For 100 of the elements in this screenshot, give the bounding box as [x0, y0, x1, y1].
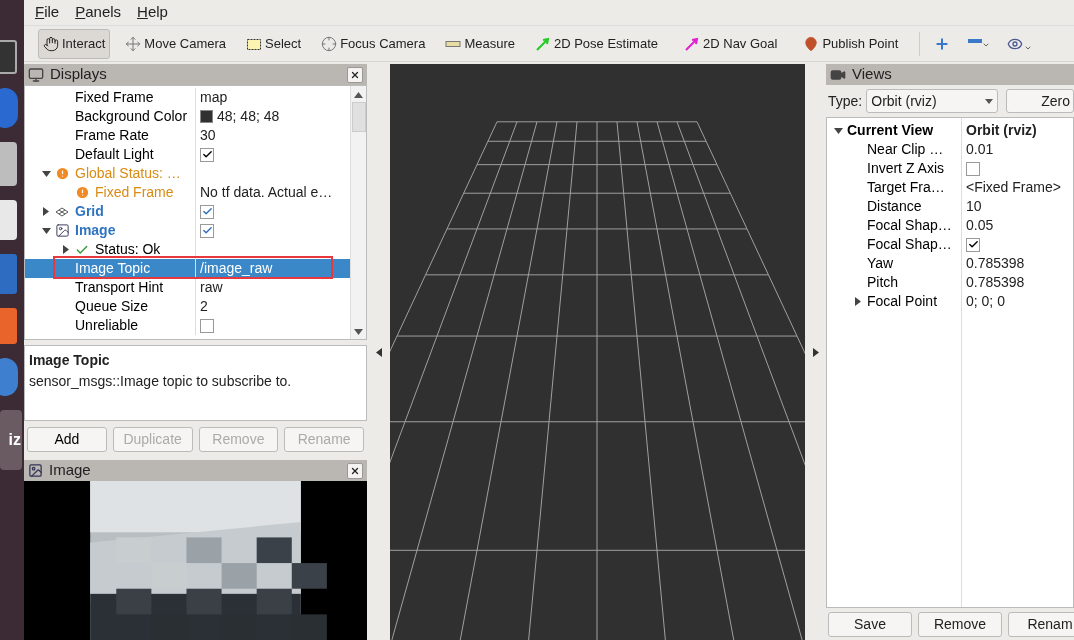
panel-title: Image	[49, 460, 91, 481]
arrow-icon	[534, 35, 551, 52]
property-name: Image	[75, 221, 116, 240]
property-name: Yaw	[867, 254, 894, 273]
property-name: Transport Hint	[75, 278, 164, 297]
scrollbar[interactable]	[350, 86, 366, 339]
panel-button[interactable]: Add	[27, 427, 107, 452]
tree-row[interactable]: Background Color 48; 48; 48	[25, 107, 350, 126]
tree-row[interactable]: Default Light	[25, 145, 350, 164]
arrow-icon	[684, 35, 700, 52]
tree-row[interactable]: Target Fra… <Fixed Frame>	[827, 178, 1073, 197]
tree-row[interactable]: Queue Size 2	[25, 297, 350, 316]
panel-title: Displays	[50, 64, 107, 85]
tree-row[interactable]: Focal Point 0; 0; 0	[827, 292, 1073, 311]
property-name: Fixed Frame	[95, 183, 174, 202]
app-icon[interactable]	[0, 40, 17, 74]
property-value: 0.05	[966, 216, 994, 235]
property-value: 30	[200, 126, 216, 145]
tree-row[interactable]: Fixed Frame No tf data. Actual e…	[25, 183, 350, 202]
tool-button[interactable]: 2D Nav Goal	[679, 28, 783, 59]
check-icon	[201, 149, 213, 160]
collapse-left-icon[interactable]	[375, 347, 382, 357]
close-icon	[350, 69, 360, 80]
image-icon	[55, 223, 70, 238]
tree-row[interactable]: Grid	[25, 202, 350, 221]
property-name: Focal Point	[867, 292, 938, 311]
tree-row[interactable]: Image Topic /image_raw	[25, 259, 350, 278]
app-label: iz	[8, 430, 21, 450]
app-launcher-tile[interactable]: iz	[0, 410, 22, 470]
checkbox[interactable]	[200, 147, 214, 162]
tool-button[interactable]: Move Camera	[120, 28, 231, 59]
description-title: Image Topic	[29, 351, 111, 370]
checkbox[interactable]	[966, 237, 980, 252]
checkbox[interactable]	[200, 318, 214, 333]
tree-row[interactable]: Pitch 0.785398	[827, 273, 1073, 292]
property-name: Default Light	[75, 145, 154, 164]
check-icon	[967, 239, 979, 250]
check-icon	[201, 206, 213, 217]
panel-title: Views	[852, 64, 892, 85]
property-value: Orbit (rviz)	[966, 121, 1037, 140]
property-value: 48; 48; 48	[217, 107, 280, 126]
tree-row[interactable]: Image	[25, 221, 350, 240]
property-name: Global Status: …	[75, 164, 181, 183]
property-value: map	[200, 88, 228, 107]
property-value: 2	[200, 297, 208, 316]
zero-button[interactable]: Zero	[1006, 89, 1074, 113]
move-arrows-icon	[125, 35, 142, 52]
close-button[interactable]	[347, 462, 363, 479]
tree-row[interactable]: Near Clip … 0.01	[827, 140, 1073, 159]
tree-row[interactable]: Focal Shap…	[827, 235, 1073, 254]
tree-row[interactable]: Frame Rate 30	[25, 126, 350, 145]
property-name: Fixed Frame	[75, 88, 154, 107]
tool-button[interactable]: Focus Camera	[316, 28, 431, 59]
property-value: raw	[200, 278, 223, 297]
dropdown-arrow-icon	[985, 98, 994, 104]
expanded-arrow-icon[interactable]	[41, 170, 51, 177]
tree-row[interactable]: Focal Shap… 0.05	[827, 216, 1073, 235]
tree-row[interactable]: Distance 10	[827, 197, 1073, 216]
property-name: Current View	[847, 121, 934, 140]
tree-row[interactable]: Current View Orbit (rviz)	[827, 121, 1073, 140]
scrollbar-thumb[interactable]	[351, 102, 366, 132]
tree-row[interactable]: Invert Z Axis	[827, 159, 1073, 178]
tree-row[interactable]: Fixed Frame map	[25, 88, 350, 107]
checkbox[interactable]	[200, 204, 214, 219]
collapsed-arrow-icon[interactable]	[855, 297, 861, 306]
view-button[interactable]: Remove	[918, 611, 1002, 637]
property-name: Background Color	[75, 107, 188, 126]
checkbox[interactable]	[200, 223, 214, 238]
view-button[interactable]: Renam	[1008, 611, 1074, 637]
collapse-right-icon[interactable]	[812, 347, 819, 357]
collapsed-arrow-icon[interactable]	[43, 207, 49, 216]
menu-item[interactable]: File	[35, 1, 60, 24]
expanded-arrow-icon[interactable]	[833, 127, 843, 134]
menu-item[interactable]: Help	[137, 1, 168, 24]
type-dropdown[interactable]: Orbit (rviz)	[866, 89, 999, 113]
scroll-up-icon[interactable]	[354, 92, 363, 98]
tree-row[interactable]: Transport Hint raw	[25, 278, 350, 297]
collapsed-arrow-icon[interactable]	[63, 245, 69, 254]
description-text: sensor_msgs::Image topic to subscribe to.	[29, 372, 293, 391]
property-name: Queue Size	[75, 297, 149, 316]
property-value: No tf data. Actual e…	[200, 183, 333, 202]
tool-button[interactable]: 2D Pose Estimate	[529, 28, 663, 59]
tool-button[interactable]: Interact	[38, 28, 111, 59]
checkbox[interactable]	[966, 161, 980, 176]
close-icon	[350, 465, 360, 476]
property-value: <Fixed Frame>	[966, 178, 1061, 197]
close-button[interactable]	[347, 66, 363, 83]
menu-item[interactable]: Panels	[75, 1, 122, 24]
expanded-arrow-icon[interactable]	[41, 227, 51, 234]
tool-button[interactable]: Publish Point	[798, 28, 904, 59]
scroll-down-icon[interactable]	[354, 329, 363, 335]
property-name: Pitch	[867, 273, 899, 292]
tree-row[interactable]: Unreliable	[25, 316, 350, 335]
tree-row[interactable]: Yaw 0.785398	[827, 254, 1073, 273]
view-button[interactable]: Save	[828, 611, 912, 637]
property-name: Frame Rate	[75, 126, 149, 145]
map-pin-icon	[803, 35, 820, 52]
property-name: Near Clip …	[867, 140, 944, 159]
tool-button[interactable]: Measure	[440, 28, 520, 59]
tool-button[interactable]: Select	[241, 28, 307, 59]
